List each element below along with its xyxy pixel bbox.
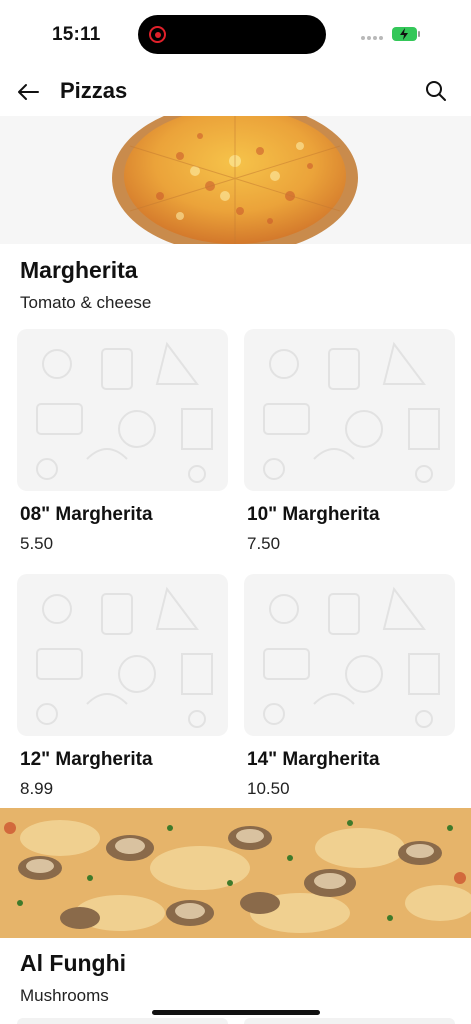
product-name[interactable]: 12" Margherita bbox=[20, 749, 153, 771]
arrow-left-icon bbox=[18, 84, 39, 100]
status-bar: 15:11 bbox=[0, 0, 471, 70]
product-price: 5.50 bbox=[20, 534, 54, 553]
section-subtitle: Mushrooms bbox=[20, 986, 109, 1005]
product-name[interactable]: 10" Margherita bbox=[247, 504, 380, 526]
product-image-placeholder[interactable] bbox=[17, 1018, 228, 1024]
product-price: 7.50 bbox=[247, 534, 281, 553]
section-title: Al Funghi bbox=[20, 950, 127, 976]
cellular-signal-icon bbox=[361, 36, 385, 42]
product-image-placeholder[interactable] bbox=[17, 574, 228, 736]
product-price: 8.99 bbox=[20, 779, 54, 798]
product-image-placeholder[interactable] bbox=[17, 329, 228, 491]
product-image-placeholder[interactable] bbox=[244, 1018, 455, 1024]
section-title: Margherita bbox=[20, 257, 138, 283]
status-time: 15:11 bbox=[52, 24, 101, 45]
product-name[interactable]: 08" Margherita bbox=[20, 504, 153, 526]
page-title: Pizzas bbox=[60, 78, 128, 103]
product-name[interactable]: 14" Margherita bbox=[247, 749, 380, 771]
search-button[interactable] bbox=[423, 78, 449, 104]
section-subtitle: Tomato & cheese bbox=[20, 293, 152, 312]
dynamic-island bbox=[138, 15, 326, 54]
margherita-hero-image bbox=[0, 116, 471, 244]
back-button[interactable] bbox=[14, 78, 42, 106]
product-image-placeholder[interactable] bbox=[244, 329, 455, 491]
product-price: 10.50 bbox=[247, 779, 290, 798]
recording-indicator-icon bbox=[149, 26, 166, 43]
product-image-placeholder[interactable] bbox=[244, 574, 455, 736]
nav-bar: Pizzas bbox=[0, 70, 471, 116]
battery-charging-icon bbox=[392, 27, 421, 41]
home-indicator[interactable] bbox=[152, 1010, 320, 1015]
search-icon bbox=[426, 81, 446, 101]
al-funghi-hero-image bbox=[0, 808, 471, 938]
